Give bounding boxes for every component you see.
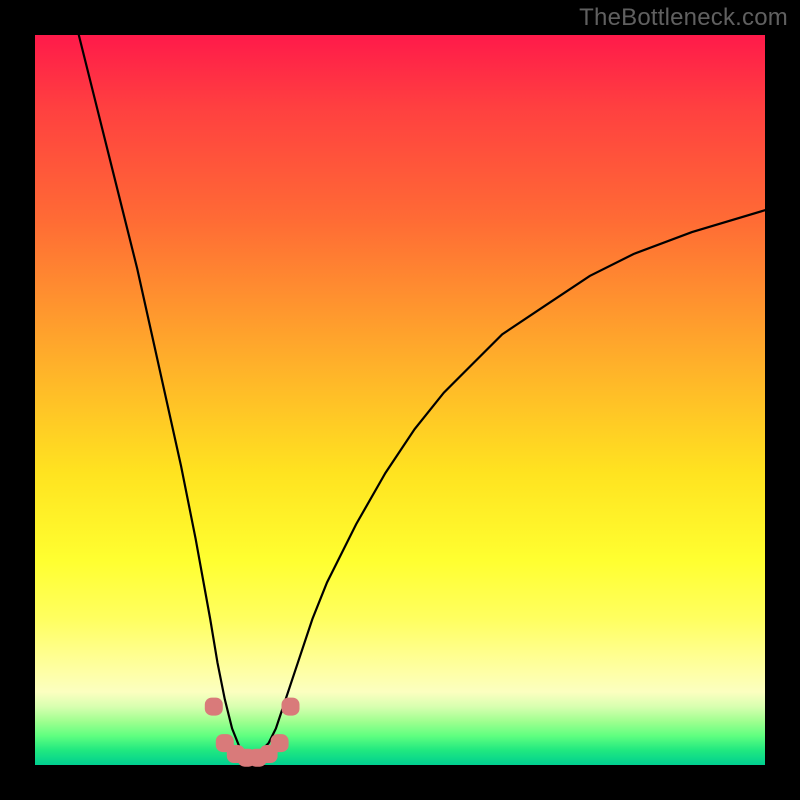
valley-marker xyxy=(282,698,300,716)
watermark-text: TheBottleneck.com xyxy=(579,4,788,32)
valley-marker xyxy=(271,734,289,752)
chart-frame: TheBottleneck.com xyxy=(0,0,800,800)
valley-markers xyxy=(205,698,300,767)
bottleneck-curve xyxy=(79,35,765,754)
chart-overlay xyxy=(35,35,765,765)
valley-marker xyxy=(205,698,223,716)
